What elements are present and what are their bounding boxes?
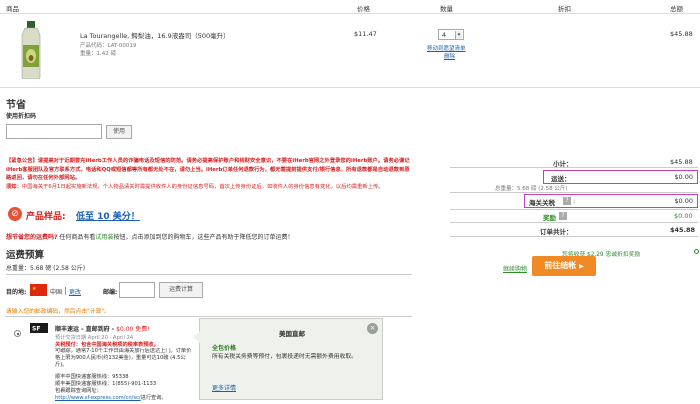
customs-notice-text: 中国海关于6月1日起实施新法规，个人物品清关时需提供收件人的身份证信息号码，首次… (21, 184, 384, 190)
help-icon[interactable]: ? (563, 197, 571, 205)
help-icon[interactable]: ? (559, 212, 567, 220)
summary-weight-note: 总重量：5.68 磅 (2.58 公斤) (495, 186, 568, 192)
close-icon[interactable]: × (367, 323, 378, 334)
line-total: $45.88 (670, 30, 693, 38)
sf-portal-link[interactable]: http://www.sf-express.com/cn/sc/ (55, 395, 141, 401)
sample-label: 产品样品: (26, 212, 66, 222)
delete-link[interactable]: 删除 (444, 52, 455, 60)
divider (450, 192, 698, 193)
tooltip-body: 所有关税关务费等预付，包裹投递时无需额外费用收取。 (212, 354, 357, 360)
shipping-total-value: $0.00 (674, 173, 693, 181)
tooltip-subtitle: 全包价格 (212, 345, 237, 352)
divider (6, 316, 412, 317)
svg-text:★: ★ (32, 286, 37, 292)
shipping-option-price: $0.00 免费! (116, 326, 150, 333)
checkout-button[interactable]: 前往结帐 ▶ (532, 256, 596, 276)
urgent-notice: 【紧急公告】请提高对于近期冒充iHerb工作人员的诈骗电话及短信的防范。请务必提… (6, 157, 410, 183)
checkout-button-label: 前往结帐 (544, 261, 577, 270)
customs-notice-prefix: 须知： (6, 184, 22, 190)
shipping-total-label: 运送： (551, 175, 571, 183)
tooltip-arrow (193, 331, 200, 343)
china-flag-icon: ★ (30, 284, 47, 296)
sf-us-phone: 顺丰美国快递客服热线：1(855)-901-1133 (55, 381, 157, 387)
col-discount: 折扣 (558, 5, 571, 13)
zip-hint: 请输入您的邮政编码，然后点击"计算"。 (6, 309, 110, 315)
cart-item-row: La Tourangelle, 鳄梨油，16.9液盎司（500毫升） 产品代码：… (0, 15, 700, 88)
customs-duty-value: $0.00 (674, 197, 693, 205)
savings-title: 节省 (6, 100, 26, 111)
shipping-total-row: 运送： $0.00 (543, 170, 698, 184)
quantity-select[interactable]: 4 ▾ (438, 29, 464, 40)
subtotal-value: $45.88 (670, 158, 693, 166)
sf-express-logo-icon: SF (30, 323, 48, 333)
shipping-option-name: 顺丰速运 - 直邮到府 - (55, 326, 115, 333)
svg-text:SF: SF (32, 326, 40, 333)
rewards-value: $0.00 (674, 212, 693, 220)
divider (450, 209, 698, 210)
chevron-down-icon[interactable]: ▾ (455, 31, 462, 39)
customs-notice: 须知：中国海关于6月1日起实施新法规，个人物品清关时需提供收件人的身份证信息号码… (6, 183, 410, 201)
move-to-wishlist-link[interactable]: 移动到愿望清单 (427, 44, 466, 52)
shipping-option-desc: 可跟踪，通常7-10个工作日由海关放行后送达上门。订单价格上限为900人民币(约… (55, 348, 192, 369)
divider (450, 236, 698, 237)
product-title[interactable]: La Tourangelle, 鳄梨油，16.9液盎司（500毫升） (80, 30, 230, 40)
customs-duty-label: 海关关税 (529, 199, 555, 207)
product-code: 产品代码：LAT-00019 (80, 43, 137, 49)
calculate-shipping-button[interactable]: 运费计算 (159, 282, 203, 298)
shipping-estimate-title: 运费预算 (6, 250, 45, 261)
col-price: 价格 (357, 5, 370, 13)
trial-text-1: 任何商品有看 (59, 234, 96, 241)
tooltip-title: 美国直邮 (279, 330, 305, 338)
sf-china-phone: 顺丰中国快递客服热线：95338 (55, 374, 129, 380)
destination-country: 中国 (50, 289, 63, 296)
unit-price: $11.47 (354, 30, 377, 38)
divider (65, 287, 66, 295)
divider (450, 222, 698, 223)
order-total-value: $45.88 (670, 226, 696, 234)
shipping-option-tax-note: 关税预付：包含中国海关税项的税率表预收。 (55, 342, 159, 348)
customs-duty-row: 海关关税 ? : $0.00 (524, 194, 698, 208)
cart-table-header: 商品 价格 数量 折扣 总额 (0, 0, 700, 14)
product-image[interactable] (16, 21, 46, 79)
trial-text-2: 按钮，点击添加到您的购物车，这些产品有助于降低您的订单运费！ (113, 234, 294, 241)
rewards-label: 奖励 (543, 214, 556, 222)
chevron-right-icon: ▶ (579, 263, 584, 270)
product-weight: 重量：1.42 磅 (80, 51, 116, 57)
urgent-notice-text: 【紧急公告】请提高对于近期冒充iHerb工作人员的诈骗电话及短信的防范。请务必提… (6, 158, 410, 182)
change-destination-link[interactable]: 更改 (69, 287, 81, 296)
quantity-value: 4 (442, 31, 447, 39)
order-total-label: 订单共计： (540, 228, 573, 236)
col-qty: 数量 (440, 5, 453, 13)
continue-shopping-link[interactable]: 继续购物 (503, 264, 527, 273)
info-icon[interactable] (694, 249, 699, 254)
shipping-option-radio[interactable] (14, 330, 21, 337)
tooltip-more-link[interactable]: 更多详情 (212, 383, 236, 392)
zip-input[interactable] (119, 282, 155, 298)
divider (450, 167, 698, 168)
sample-icon: ⊘ (8, 207, 22, 221)
col-product: 商品 (6, 5, 19, 13)
shipping-option-title: 顺丰速运 - 直邮到府 - $0.00 免费! (55, 324, 150, 333)
shipping-total-weight: 总重量：5.68 磅 (2.58 公斤) (6, 265, 86, 272)
trial-link[interactable]: 试用装 (95, 234, 113, 241)
coupon-input[interactable] (6, 124, 102, 139)
shipping-option-eta: 预计交货日期 April 20 - April 24 (55, 335, 134, 341)
trial-notice: 想节省您的运费吗? 任何商品有看试用装按钮，点击添加到您的购物车，这些产品有助于… (6, 232, 293, 241)
destination-label: 目的地: (6, 289, 27, 296)
zip-label: 邮编: (103, 289, 118, 296)
trial-question: 想节省您的运费吗? (6, 234, 58, 241)
apply-coupon-button[interactable]: 使用 (106, 125, 132, 139)
sf-portal-label: 包裹跟踪查询网址： (55, 388, 102, 394)
sf-portal-suffix: 进行查询。 (140, 395, 167, 401)
divider (6, 274, 412, 275)
coupon-label: 使用折扣码 (6, 113, 37, 120)
shipping-info-tooltip: 美国直邮 × 全包价格 所有关税关务费等预付，包裹投递时无需额外费用收取。 更多… (193, 318, 383, 400)
col-total: 总额 (670, 5, 683, 13)
sf-portal: http://www.sf-express.com/cn/sc/进行查询。 (55, 394, 167, 401)
sample-price-link[interactable]: 低至 10 美分！ (76, 209, 140, 222)
